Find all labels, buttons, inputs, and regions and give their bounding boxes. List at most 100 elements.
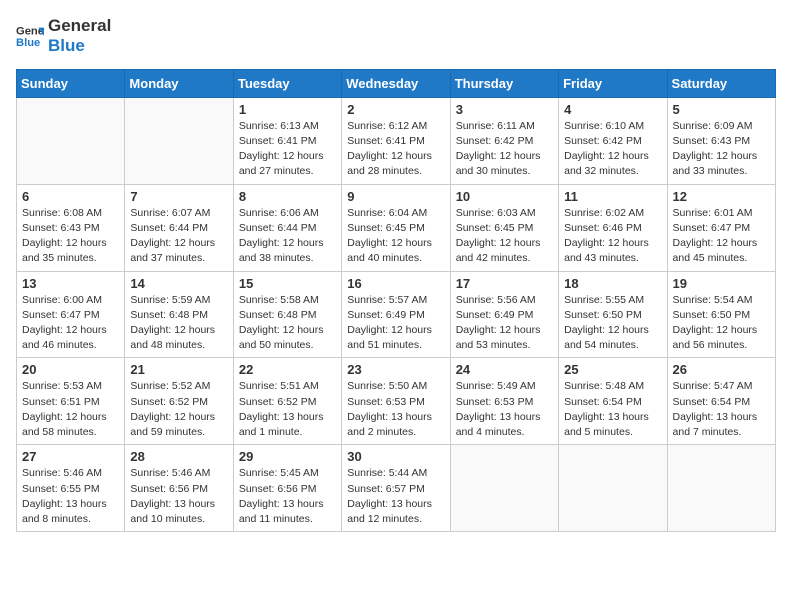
day-number: 23 xyxy=(347,362,444,377)
day-number: 5 xyxy=(673,102,770,117)
weekday-header-friday: Friday xyxy=(559,69,667,97)
weekday-header-thursday: Thursday xyxy=(450,69,558,97)
logo: General Blue General Blue xyxy=(16,16,111,57)
calendar-cell: 20 Sunrise: 5:53 AM Sunset: 6:51 PM Dayli… xyxy=(17,358,125,445)
day-number: 9 xyxy=(347,189,444,204)
day-info: Sunrise: 5:53 AM Sunset: 6:51 PM Dayligh… xyxy=(22,379,119,440)
calendar-cell: 11 Sunrise: 6:02 AM Sunset: 6:46 PM Dayli… xyxy=(559,184,667,271)
day-number: 4 xyxy=(564,102,661,117)
day-info: Sunrise: 5:44 AM Sunset: 6:57 PM Dayligh… xyxy=(347,466,444,527)
day-info: Sunrise: 6:08 AM Sunset: 6:43 PM Dayligh… xyxy=(22,206,119,267)
calendar-cell: 2 Sunrise: 6:12 AM Sunset: 6:41 PM Daylig… xyxy=(342,97,450,184)
calendar-cell: 16Sunrise: 5:57 AM Sunset: 6:49 PM Dayli… xyxy=(342,271,450,358)
day-info: Sunrise: 5:52 AM Sunset: 6:52 PM Dayligh… xyxy=(130,379,227,440)
day-info: Sunrise: 5:47 AM Sunset: 6:54 PM Dayligh… xyxy=(673,379,770,440)
day-info: Sunrise: 5:57 AM Sunset: 6:49 PM Dayligh… xyxy=(347,293,444,354)
day-info: Sunrise: 5:55 AM Sunset: 6:50 PM Dayligh… xyxy=(564,293,661,354)
calendar-cell: 13 Sunrise: 6:00 AM Sunset: 6:47 PM Dayli… xyxy=(17,271,125,358)
svg-text:General: General xyxy=(16,26,44,38)
day-info: Sunrise: 5:48 AM Sunset: 6:54 PM Dayligh… xyxy=(564,379,661,440)
calendar-week-4: 20 Sunrise: 5:53 AM Sunset: 6:51 PM Dayli… xyxy=(17,358,776,445)
day-number: 30 xyxy=(347,449,444,464)
calendar-cell: 6 Sunrise: 6:08 AM Sunset: 6:43 PM Daylig… xyxy=(17,184,125,271)
calendar-week-2: 6 Sunrise: 6:08 AM Sunset: 6:43 PM Daylig… xyxy=(17,184,776,271)
calendar-cell: 27Sunrise: 5:46 AM Sunset: 6:55 PM Dayli… xyxy=(17,445,125,532)
day-info: Sunrise: 6:06 AM Sunset: 6:44 PM Dayligh… xyxy=(239,206,336,267)
calendar-cell xyxy=(450,445,558,532)
day-info: Sunrise: 5:59 AM Sunset: 6:48 PM Dayligh… xyxy=(130,293,227,354)
day-number: 10 xyxy=(456,189,553,204)
day-number: 24 xyxy=(456,362,553,377)
calendar-week-5: 27Sunrise: 5:46 AM Sunset: 6:55 PM Dayli… xyxy=(17,445,776,532)
day-number: 18 xyxy=(564,276,661,291)
day-number: 2 xyxy=(347,102,444,117)
day-info: Sunrise: 5:45 AM Sunset: 6:56 PM Dayligh… xyxy=(239,466,336,527)
day-info: Sunrise: 6:10 AM Sunset: 6:42 PM Dayligh… xyxy=(564,119,661,180)
day-number: 28 xyxy=(130,449,227,464)
day-number: 25 xyxy=(564,362,661,377)
calendar-cell: 12Sunrise: 6:01 AM Sunset: 6:47 PM Dayli… xyxy=(667,184,775,271)
day-number: 12 xyxy=(673,189,770,204)
day-info: Sunrise: 5:58 AM Sunset: 6:48 PM Dayligh… xyxy=(239,293,336,354)
weekday-header-saturday: Saturday xyxy=(667,69,775,97)
day-number: 3 xyxy=(456,102,553,117)
calendar-cell: 25 Sunrise: 5:48 AM Sunset: 6:54 PM Dayli… xyxy=(559,358,667,445)
calendar-cell: 9Sunrise: 6:04 AM Sunset: 6:45 PM Daylig… xyxy=(342,184,450,271)
logo-text-blue: Blue xyxy=(48,36,111,56)
calendar-table: SundayMondayTuesdayWednesdayThursdayFrid… xyxy=(16,69,776,532)
day-number: 22 xyxy=(239,362,336,377)
calendar-week-1: 1Sunrise: 6:13 AM Sunset: 6:41 PM Daylig… xyxy=(17,97,776,184)
calendar-cell: 14 Sunrise: 5:59 AM Sunset: 6:48 PM Dayli… xyxy=(125,271,233,358)
weekday-header-monday: Monday xyxy=(125,69,233,97)
calendar-week-3: 13 Sunrise: 6:00 AM Sunset: 6:47 PM Dayli… xyxy=(17,271,776,358)
day-info: Sunrise: 5:49 AM Sunset: 6:53 PM Dayligh… xyxy=(456,379,553,440)
weekday-header-tuesday: Tuesday xyxy=(233,69,341,97)
calendar-cell: 10Sunrise: 6:03 AM Sunset: 6:45 PM Dayli… xyxy=(450,184,558,271)
calendar-cell xyxy=(559,445,667,532)
calendar-cell: 28 Sunrise: 5:46 AM Sunset: 6:56 PM Dayli… xyxy=(125,445,233,532)
logo-text-general: General xyxy=(48,16,111,36)
day-info: Sunrise: 6:00 AM Sunset: 6:47 PM Dayligh… xyxy=(22,293,119,354)
calendar-cell: 4 Sunrise: 6:10 AM Sunset: 6:42 PM Daylig… xyxy=(559,97,667,184)
calendar-cell: 21 Sunrise: 5:52 AM Sunset: 6:52 PM Dayli… xyxy=(125,358,233,445)
day-number: 21 xyxy=(130,362,227,377)
page-header: General Blue General Blue xyxy=(16,16,776,57)
calendar-cell xyxy=(17,97,125,184)
calendar-cell xyxy=(667,445,775,532)
day-info: Sunrise: 5:56 AM Sunset: 6:49 PM Dayligh… xyxy=(456,293,553,354)
day-number: 8 xyxy=(239,189,336,204)
calendar-cell: 19Sunrise: 5:54 AM Sunset: 6:50 PM Dayli… xyxy=(667,271,775,358)
day-number: 11 xyxy=(564,189,661,204)
day-info: Sunrise: 5:51 AM Sunset: 6:52 PM Dayligh… xyxy=(239,379,336,440)
calendar-cell: 1Sunrise: 6:13 AM Sunset: 6:41 PM Daylig… xyxy=(233,97,341,184)
calendar-cell: 15 Sunrise: 5:58 AM Sunset: 6:48 PM Dayli… xyxy=(233,271,341,358)
day-number: 7 xyxy=(130,189,227,204)
calendar-cell: 30 Sunrise: 5:44 AM Sunset: 6:57 PM Dayli… xyxy=(342,445,450,532)
day-number: 20 xyxy=(22,362,119,377)
day-info: Sunrise: 6:13 AM Sunset: 6:41 PM Dayligh… xyxy=(239,119,336,180)
day-number: 6 xyxy=(22,189,119,204)
day-info: Sunrise: 6:02 AM Sunset: 6:46 PM Dayligh… xyxy=(564,206,661,267)
calendar-cell: 26Sunrise: 5:47 AM Sunset: 6:54 PM Dayli… xyxy=(667,358,775,445)
day-info: Sunrise: 5:46 AM Sunset: 6:56 PM Dayligh… xyxy=(130,466,227,527)
day-info: Sunrise: 6:12 AM Sunset: 6:41 PM Dayligh… xyxy=(347,119,444,180)
day-number: 15 xyxy=(239,276,336,291)
calendar-header-row: SundayMondayTuesdayWednesdayThursdayFrid… xyxy=(17,69,776,97)
calendar-cell: 29 Sunrise: 5:45 AM Sunset: 6:56 PM Dayli… xyxy=(233,445,341,532)
calendar-cell: 5 Sunrise: 6:09 AM Sunset: 6:43 PM Daylig… xyxy=(667,97,775,184)
day-number: 17 xyxy=(456,276,553,291)
calendar-cell: 18 Sunrise: 5:55 AM Sunset: 6:50 PM Dayli… xyxy=(559,271,667,358)
calendar-cell: 24 Sunrise: 5:49 AM Sunset: 6:53 PM Dayli… xyxy=(450,358,558,445)
calendar-cell: 22 Sunrise: 5:51 AM Sunset: 6:52 PM Dayli… xyxy=(233,358,341,445)
calendar-cell xyxy=(125,97,233,184)
svg-text:Blue: Blue xyxy=(16,37,40,49)
day-number: 13 xyxy=(22,276,119,291)
day-number: 14 xyxy=(130,276,227,291)
day-info: Sunrise: 5:50 AM Sunset: 6:53 PM Dayligh… xyxy=(347,379,444,440)
day-number: 29 xyxy=(239,449,336,464)
day-info: Sunrise: 6:09 AM Sunset: 6:43 PM Dayligh… xyxy=(673,119,770,180)
weekday-header-sunday: Sunday xyxy=(17,69,125,97)
day-info: Sunrise: 5:54 AM Sunset: 6:50 PM Dayligh… xyxy=(673,293,770,354)
weekday-header-wednesday: Wednesday xyxy=(342,69,450,97)
calendar-cell: 3Sunrise: 6:11 AM Sunset: 6:42 PM Daylig… xyxy=(450,97,558,184)
